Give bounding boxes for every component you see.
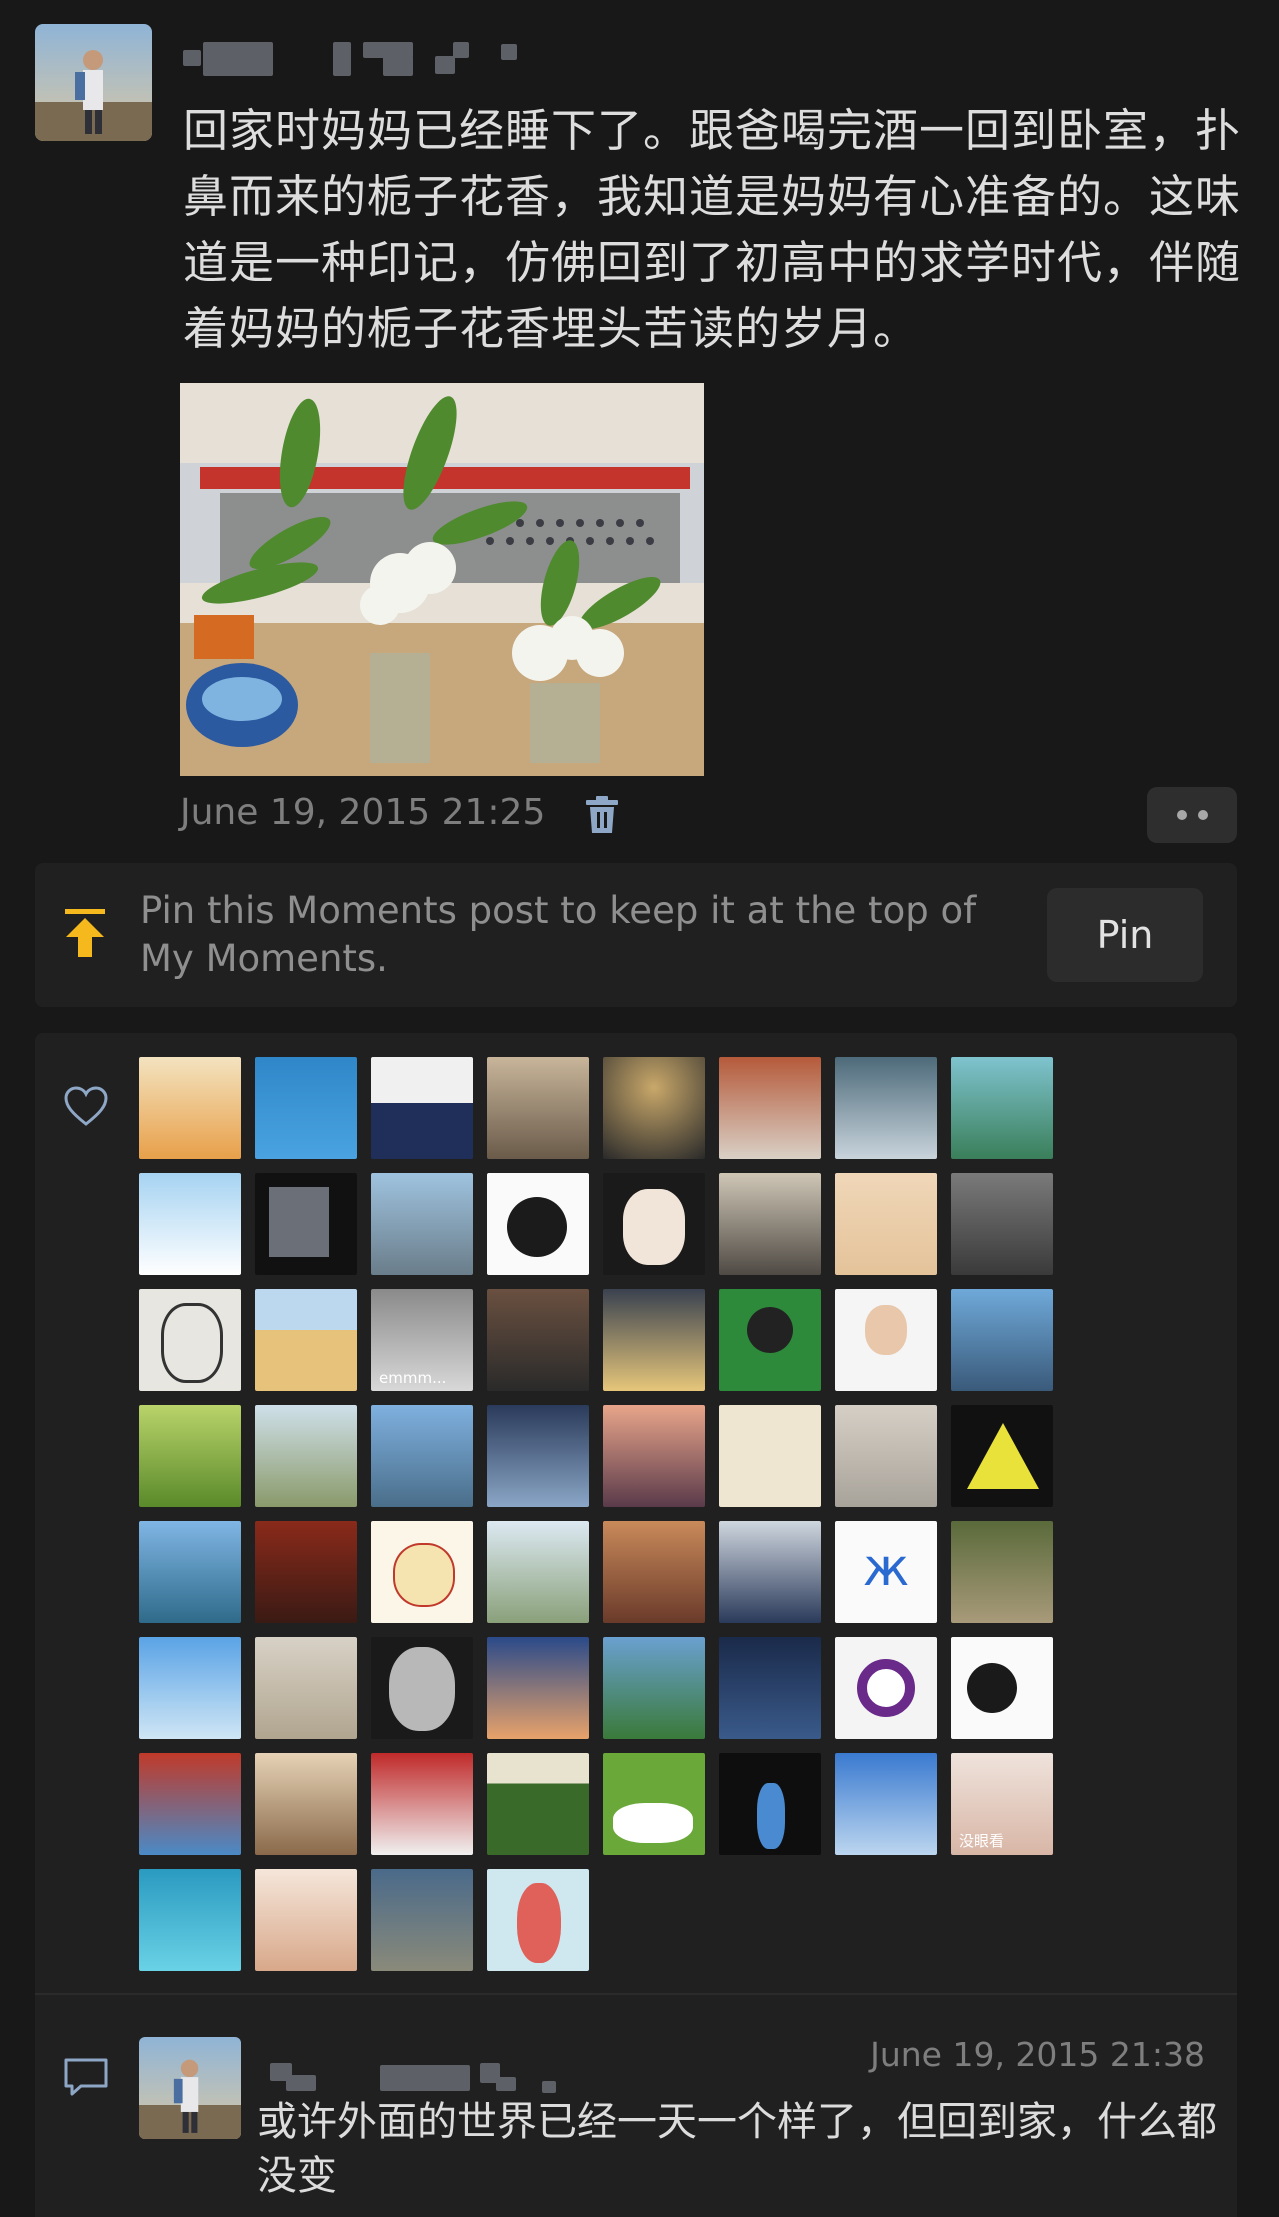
- liker-avatar[interactable]: [487, 1753, 589, 1855]
- liker-avatar[interactable]: [951, 1405, 1053, 1507]
- liker-avatar[interactable]: [603, 1405, 705, 1507]
- pin-button[interactable]: Pin: [1047, 888, 1203, 982]
- liker-avatar[interactable]: [719, 1173, 821, 1275]
- liker-avatar[interactable]: [603, 1753, 705, 1855]
- liker-avatar[interactable]: 没眼看: [951, 1753, 1053, 1855]
- liker-avatar[interactable]: [139, 1057, 241, 1159]
- liker-avatar[interactable]: [719, 1405, 821, 1507]
- liker-avatar[interactable]: [603, 1057, 705, 1159]
- liker-avatar[interactable]: [255, 1289, 357, 1391]
- liker-avatar[interactable]: [719, 1289, 821, 1391]
- liker-avatar[interactable]: [719, 1057, 821, 1159]
- liker-avatar[interactable]: [487, 1637, 589, 1739]
- liker-avatar[interactable]: [951, 1637, 1053, 1739]
- liker-avatar[interactable]: [719, 1521, 821, 1623]
- liker-avatar[interactable]: [603, 1521, 705, 1623]
- comment-icon: [63, 2057, 109, 2097]
- liker-avatar[interactable]: [371, 1753, 473, 1855]
- author-name-blurred[interactable]: [183, 38, 543, 78]
- liker-avatar[interactable]: [951, 1289, 1053, 1391]
- more-icon: [1197, 810, 1208, 820]
- liker-avatar[interactable]: [835, 1405, 937, 1507]
- author-avatar[interactable]: [35, 24, 152, 141]
- liker-avatar[interactable]: [255, 1637, 357, 1739]
- liker-avatar[interactable]: [487, 1869, 589, 1971]
- liker-avatar[interactable]: [139, 1753, 241, 1855]
- liker-avatar[interactable]: [139, 1173, 241, 1275]
- liker-avatar[interactable]: [603, 1289, 705, 1391]
- liker-avatar[interactable]: [371, 1057, 473, 1159]
- post-text: 回家时妈妈已经睡下了。跟爸喝完酒一回到卧室，扑鼻而来的栀子花香，我知道是妈妈有心…: [183, 104, 1242, 355]
- liker-avatar[interactable]: [603, 1173, 705, 1275]
- liker-avatar-caption: emmm...: [379, 1369, 447, 1387]
- heart-icon: [63, 1085, 109, 1127]
- liker-avatar[interactable]: [371, 1405, 473, 1507]
- liker-avatar[interactable]: emmm...: [371, 1289, 473, 1391]
- post-timestamp: June 19, 2015 21:25: [180, 792, 546, 833]
- pin-prompt-text: Pin this Moments post to keep it at the …: [140, 889, 977, 980]
- liker-avatar[interactable]: [371, 1869, 473, 1971]
- comment-section: June 19, 2015 21:38 或许外面的世界已经一天一个样了，但回到家…: [35, 1995, 1237, 2217]
- liker-avatar[interactable]: [719, 1753, 821, 1855]
- liker-avatar[interactable]: [255, 1173, 357, 1275]
- liker-avatar[interactable]: [255, 1405, 357, 1507]
- liker-avatar[interactable]: [371, 1637, 473, 1739]
- liker-avatar[interactable]: [139, 1405, 241, 1507]
- liker-avatar[interactable]: [371, 1521, 473, 1623]
- liker-avatar[interactable]: [835, 1173, 937, 1275]
- liker-avatar[interactable]: [487, 1173, 589, 1275]
- liker-avatar[interactable]: [139, 1289, 241, 1391]
- liker-avatar[interactable]: [835, 1057, 937, 1159]
- liker-avatar[interactable]: [139, 1521, 241, 1623]
- liker-avatar[interactable]: [835, 1753, 937, 1855]
- liker-avatar-caption: 没眼看: [959, 1832, 1005, 1850]
- liker-avatar[interactable]: [139, 1637, 241, 1739]
- pin-prompt: Pin this Moments post to keep it at the …: [35, 863, 1237, 1007]
- liker-avatar[interactable]: ж: [835, 1521, 937, 1623]
- liker-avatar[interactable]: [487, 1289, 589, 1391]
- commenter-name-blurred[interactable]: [270, 2057, 630, 2093]
- liker-avatar[interactable]: [139, 1869, 241, 1971]
- liker-avatar[interactable]: [951, 1173, 1053, 1275]
- liker-avatar[interactable]: [255, 1869, 357, 1971]
- liker-avatar[interactable]: [487, 1405, 589, 1507]
- liker-avatar[interactable]: [255, 1057, 357, 1159]
- commenter-avatar[interactable]: [139, 2037, 241, 2139]
- liker-avatar[interactable]: [951, 1057, 1053, 1159]
- liker-avatar[interactable]: [371, 1173, 473, 1275]
- more-icon: [1176, 810, 1187, 820]
- comment-text: 或许外面的世界已经一天一个样了，但回到家，什么都没变: [257, 2099, 1217, 2199]
- comment-timestamp: June 19, 2015 21:38: [870, 2035, 1205, 2074]
- post-photo[interactable]: [180, 383, 704, 776]
- pin-top-icon: [65, 909, 105, 959]
- liker-avatar[interactable]: [951, 1521, 1053, 1623]
- more-options-button[interactable]: [1147, 787, 1237, 843]
- likes-panel: emmm... ж 没眼看: [35, 1033, 1237, 1993]
- liker-avatar[interactable]: [603, 1637, 705, 1739]
- liker-avatar[interactable]: [487, 1521, 589, 1623]
- liker-avatar[interactable]: [255, 1521, 357, 1623]
- liker-avatar[interactable]: [835, 1637, 937, 1739]
- liker-avatar[interactable]: [255, 1753, 357, 1855]
- trash-icon[interactable]: [584, 795, 620, 835]
- liker-avatar[interactable]: [835, 1289, 937, 1391]
- liker-avatar[interactable]: [487, 1057, 589, 1159]
- liker-avatar[interactable]: [719, 1637, 821, 1739]
